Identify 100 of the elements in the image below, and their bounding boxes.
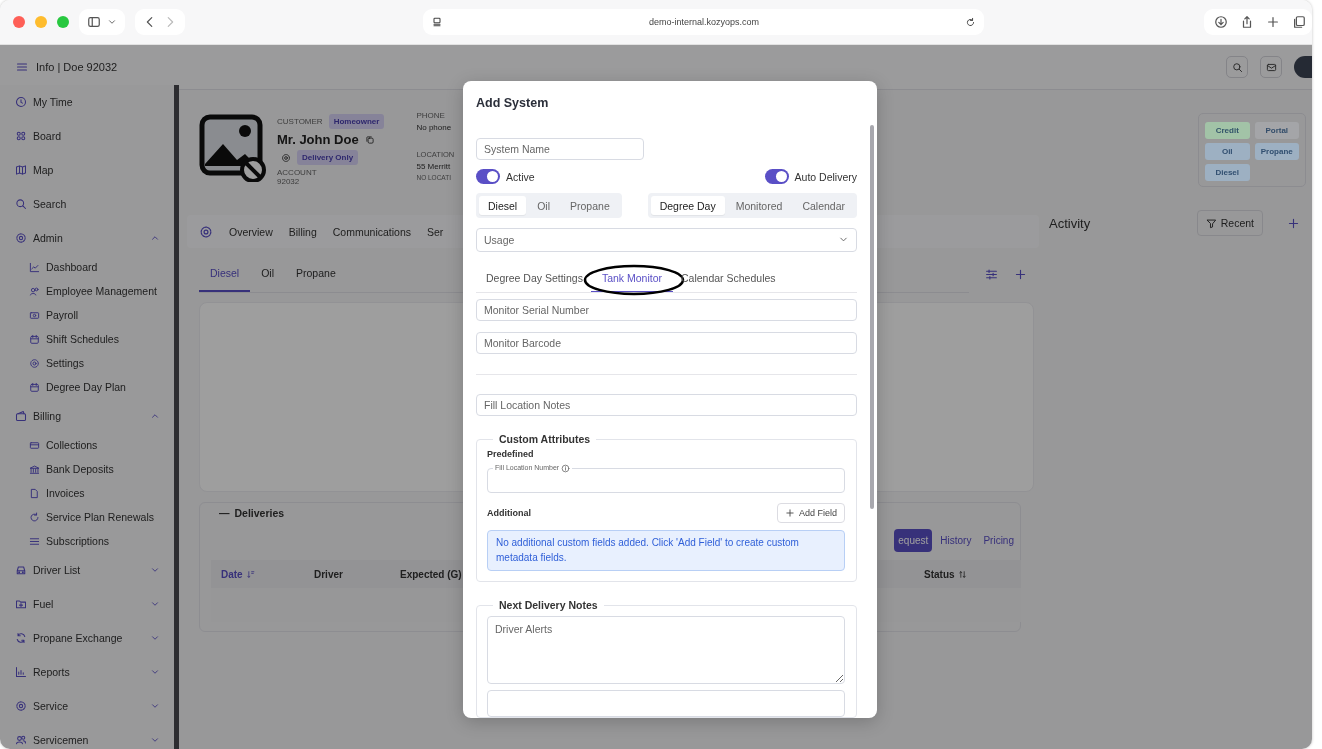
system-tab[interactable]: Oil — [250, 256, 286, 292]
sidebar-item[interactable]: Billing — [0, 399, 174, 433]
usage-select[interactable]: Usage — [476, 228, 857, 252]
text-field[interactable]: Monitor Barcode — [476, 332, 857, 355]
page-tab[interactable]: Overview — [229, 225, 273, 238]
chevron-down-icon — [150, 735, 160, 745]
recent-filter-button[interactable]: Recent — [1196, 210, 1263, 236]
share-icon — [1240, 15, 1254, 29]
system-name-field[interactable]: System Name — [476, 138, 644, 161]
fuel-tab[interactable]: Oil — [528, 196, 560, 216]
fill-location-notes-field[interactable]: Fill Location Notes — [476, 393, 857, 416]
sidebar-subitem[interactable]: Degree Day Plan — [0, 375, 174, 399]
fuel-tab[interactable]: Propane — [561, 196, 619, 216]
sidebar-subitem[interactable]: Invoices — [0, 481, 174, 505]
chevron-up-icon — [150, 233, 160, 243]
grid-icon — [15, 130, 27, 142]
account-number: 92032 — [277, 177, 301, 186]
document-icon — [29, 487, 40, 499]
close-window-button[interactable] — [13, 16, 25, 28]
chevron-down-icon — [150, 633, 160, 643]
chevron-down-icon — [150, 701, 160, 711]
text-field[interactable]: Monitor Serial Number — [476, 299, 857, 322]
page-icon — [431, 16, 443, 28]
collapse-button[interactable]: — — [219, 507, 230, 519]
chevron-down-icon — [150, 565, 160, 575]
toggle-label: Auto Delivery — [794, 170, 857, 183]
field-label: ACCOUNT — [277, 168, 318, 177]
section-tab[interactable]: Degree Day Settings — [478, 265, 591, 292]
sidebar-subitem[interactable]: Subscriptions — [0, 529, 174, 553]
activity-title: Activity — [1049, 215, 1091, 231]
address-bar[interactable]: demo-internal.kozyops.com — [423, 9, 984, 35]
deliveries-tab[interactable]: Pricing — [979, 529, 1018, 552]
tag: Portal — [1254, 122, 1299, 139]
plus-icon — [1287, 216, 1300, 230]
clock-icon — [15, 96, 27, 108]
new-tab-button[interactable] — [1266, 15, 1280, 29]
sidebar-subitem[interactable]: Settings — [0, 351, 174, 375]
mode-tab[interactable]: Degree Day — [650, 196, 725, 216]
notes-field[interactable] — [487, 690, 845, 717]
group-label: Additional — [487, 508, 531, 518]
filter-icon — [1205, 217, 1217, 229]
card-icon — [29, 439, 40, 451]
sidebar-subitem[interactable]: Bank Deposits — [0, 457, 174, 481]
tag: Diesel — [1205, 164, 1250, 181]
sidebar-item[interactable]: Reports — [0, 655, 174, 689]
toggle-switch[interactable] — [476, 169, 500, 185]
section-title: Next Delivery Notes — [498, 599, 599, 611]
sidebar-subitem[interactable]: Dashboard — [0, 255, 174, 279]
column-header[interactable]: Date — [211, 560, 304, 588]
deliveries-tab[interactable]: History — [936, 529, 976, 552]
page-tab[interactable]: Billing — [288, 225, 317, 238]
sidebar-item[interactable]: Board — [0, 119, 174, 153]
notes-field[interactable]: Driver Alerts — [487, 616, 845, 684]
download-button[interactable] — [1214, 15, 1228, 29]
search-button[interactable] — [1226, 56, 1248, 78]
mode-tab[interactable]: Monitored — [726, 196, 792, 216]
sidebar-subitem[interactable]: Shift Schedules — [0, 327, 174, 351]
page-title: Info | Doe 92032 — [36, 61, 118, 73]
sidebar-subitem[interactable]: Service Plan Renewals — [0, 505, 174, 529]
filter-settings-button[interactable] — [985, 268, 998, 281]
wallet-icon — [15, 410, 27, 422]
sidebar-toggle-button[interactable] — [79, 9, 125, 35]
group-label: Predefined — [487, 449, 535, 459]
tag: Oil — [1205, 143, 1250, 160]
zoom-window-button[interactable] — [57, 16, 69, 28]
page-tab[interactable]: Communications — [332, 225, 411, 238]
scrollbar-thumb[interactable] — [870, 125, 874, 509]
tabs-overview-button[interactable] — [1292, 15, 1306, 29]
sidebar-item[interactable]: Search — [0, 187, 174, 221]
system-tab[interactable]: Propane — [285, 256, 347, 292]
sidebar-item[interactable]: Servicemen — [0, 723, 174, 749]
sidebar-subitem[interactable]: Payroll — [0, 303, 174, 327]
mode-tab[interactable]: Calendar — [793, 196, 854, 216]
calendar-icon — [29, 381, 40, 393]
sort-icon — [245, 569, 255, 579]
column-header[interactable]: Status — [914, 560, 1021, 588]
chevron-down-icon — [107, 17, 117, 27]
sidebar-item[interactable]: Driver List — [0, 553, 174, 587]
add-system-button[interactable] — [1014, 268, 1027, 281]
system-tab[interactable]: Diesel — [199, 256, 251, 292]
copy-button[interactable] — [364, 134, 375, 145]
column-header[interactable]: Driver — [304, 560, 390, 588]
sidebar-item[interactable]: Fuel — [0, 587, 174, 621]
toggle-switch[interactable] — [764, 169, 789, 185]
sidebar-subitem[interactable]: Employee Management — [0, 279, 174, 303]
sidebar-subitem[interactable]: Collections — [0, 433, 174, 457]
sidebar-item[interactable]: Map — [0, 153, 174, 187]
avatar[interactable] — [1294, 56, 1312, 78]
sidebar-item[interactable]: Admin — [0, 221, 174, 255]
add-field-button[interactable]: Add Field — [776, 503, 845, 523]
info-message: No additional custom fields added. Click 'Add Field' to create custom metadata fields. — [487, 530, 845, 571]
page-tab[interactable]: Ser — [427, 225, 444, 238]
mail-button[interactable] — [1260, 56, 1282, 78]
add-activity-button[interactable] — [1287, 216, 1300, 230]
fuel-tab[interactable]: Diesel — [479, 196, 527, 216]
deliveries-tab[interactable]: equest — [894, 529, 933, 552]
sidebar-item[interactable]: Service — [0, 689, 174, 723]
share-button[interactable] — [1240, 15, 1254, 29]
sidebar-item[interactable]: Propane Exchange — [0, 621, 174, 655]
chevron-down-icon — [150, 599, 160, 609]
